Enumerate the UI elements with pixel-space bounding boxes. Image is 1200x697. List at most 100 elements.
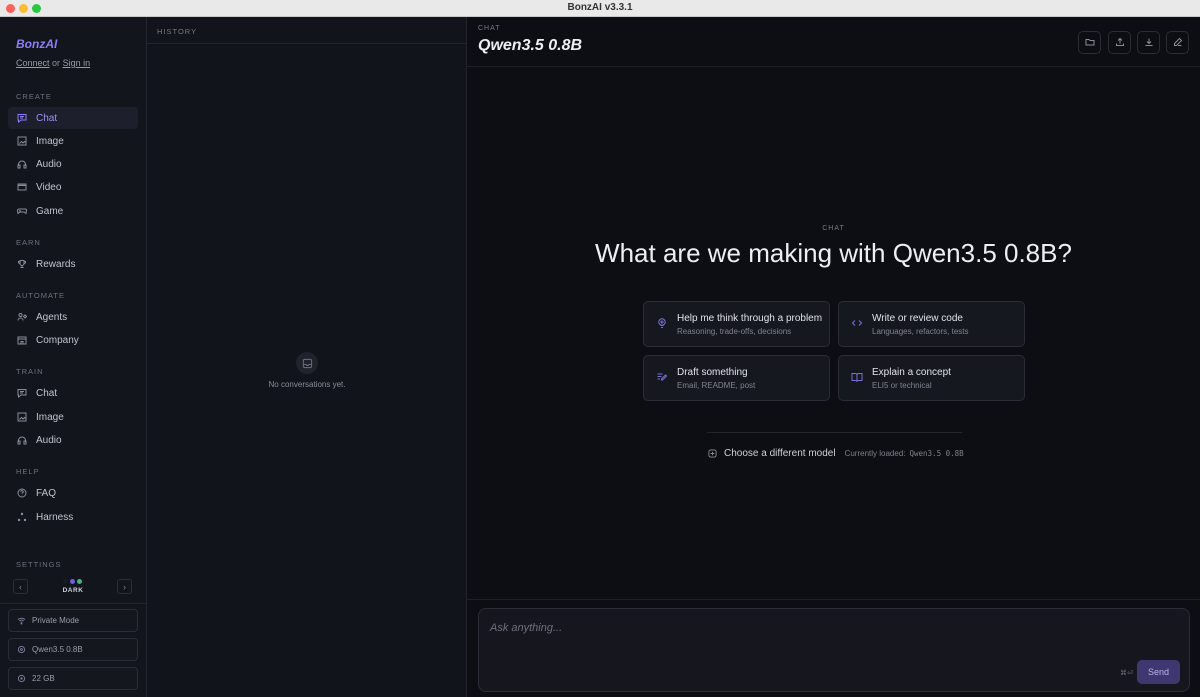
- window-titlebar: BonzAI v3.3.1: [0, 0, 1200, 17]
- sidebar-divider: [0, 603, 147, 604]
- upload-icon: [1115, 36, 1125, 50]
- suggestion-card-think[interactable]: Help me think through a problem Reasonin…: [643, 301, 830, 347]
- sidebar-item-faq[interactable]: FAQ: [8, 482, 138, 504]
- sidebar-item-create-image[interactable]: Image: [8, 130, 138, 152]
- model-icon: [17, 645, 26, 654]
- sidebar-item-company[interactable]: Company: [8, 329, 138, 351]
- page-title: Qwen3.5 0.8B: [478, 37, 583, 54]
- section-settings: SETTINGS: [16, 560, 62, 569]
- sidebar-item-train-chat[interactable]: Chat: [8, 382, 138, 404]
- private-mode-label: Private Mode: [32, 616, 80, 625]
- plus-circle-icon: [708, 448, 717, 458]
- bulb-icon: [656, 317, 668, 329]
- suggestion-title: Explain a concept: [872, 367, 951, 378]
- suggestion-title: Help me think through a problem: [677, 313, 823, 324]
- building-icon: [17, 335, 27, 345]
- suggestion-subtitle: ELI5 or technical: [872, 381, 932, 390]
- private-mode-toggle[interactable]: Private Mode: [8, 609, 138, 632]
- choose-model-link[interactable]: Choose a different model: [724, 448, 836, 459]
- inbox-icon: [296, 352, 318, 374]
- nodes-icon: [17, 512, 27, 522]
- send-shortcut-hint: ⌘⏎: [1120, 670, 1133, 677]
- suggestion-card-draft[interactable]: Draft something Email, README, post: [643, 355, 830, 401]
- pen-icon: [656, 371, 668, 383]
- storage-indicator[interactable]: 22 GB: [8, 667, 138, 690]
- history-title: HISTORY: [157, 27, 198, 36]
- sidebar-item-label: FAQ: [36, 487, 57, 499]
- history-empty-message: No conversations yet.: [268, 380, 346, 389]
- signin-link[interactable]: Sign in: [63, 58, 91, 68]
- wifi-icon: [17, 616, 26, 625]
- suggestion-subtitle: Reasoning, trade-offs, decisions: [677, 327, 792, 336]
- theme-dots: [63, 579, 87, 585]
- download-button[interactable]: [1137, 31, 1160, 54]
- choose-model-row: Choose a different model Currently loade…: [708, 447, 964, 459]
- section-create: CREATE: [16, 92, 52, 101]
- sidebar-item-agents[interactable]: Agents: [8, 306, 138, 328]
- theme-dot[interactable]: [77, 579, 82, 584]
- sidebar-item-label: Rewards: [36, 258, 76, 270]
- theme-prev-button[interactable]: ‹: [13, 579, 28, 594]
- section-train: TRAIN: [16, 367, 44, 376]
- sidebar-item-label: Image: [36, 135, 64, 147]
- composer: Ask anything... ⌘⏎ Send: [478, 608, 1190, 692]
- headphones-icon: [17, 435, 27, 445]
- hero-title: What are we making with Qwen3.5 0.8B?: [595, 238, 1072, 268]
- main-panel: CHAT Qwen3.5 0.8B CHAT What are we makin…: [467, 17, 1200, 697]
- sidebar-item-create-chat[interactable]: Chat: [8, 107, 138, 129]
- chat-icon: [17, 388, 27, 398]
- clear-chat-button[interactable]: [1166, 31, 1189, 54]
- sidebar-item-label: Video: [36, 181, 62, 193]
- suggestion-title: Draft something: [677, 367, 748, 378]
- model-selector[interactable]: Qwen3.5 0.8B: [8, 638, 138, 661]
- section-earn: EARN: [16, 238, 41, 247]
- question-icon: [17, 488, 27, 498]
- theme-switcher: ‹ DARK ›: [13, 579, 133, 594]
- theme-next-button[interactable]: ›: [117, 579, 132, 594]
- suggestion-subtitle: Email, README, post: [677, 381, 756, 390]
- gamepad-icon: [17, 206, 27, 216]
- sidebar-item-rewards[interactable]: Rewards: [8, 253, 138, 275]
- sidebar-item-label: Audio: [36, 158, 62, 170]
- export-button[interactable]: [1108, 31, 1131, 54]
- history-panel: HISTORY No conversations yet.: [147, 17, 467, 697]
- sidebar-item-label: Company: [36, 334, 79, 346]
- download-icon: [1144, 36, 1154, 50]
- connect-link[interactable]: Connect: [16, 58, 50, 68]
- trophy-icon: [17, 259, 27, 269]
- book-icon: [851, 371, 863, 383]
- folder-icon: [1085, 36, 1095, 50]
- agents-icon: [17, 312, 27, 322]
- window-title: BonzAI v3.3.1: [567, 2, 633, 13]
- connect-or-text: or: [52, 58, 61, 68]
- sidebar-item-create-video[interactable]: Video: [8, 176, 138, 198]
- history-header: HISTORY: [147, 17, 467, 44]
- send-button[interactable]: Send: [1137, 660, 1180, 684]
- eraser-icon: [1173, 36, 1183, 50]
- storage-label: 22 GB: [32, 674, 55, 683]
- suggestion-title: Write or review code: [872, 313, 963, 324]
- chat-input[interactable]: Ask anything...: [490, 622, 562, 634]
- currently-loaded-label: Currently loaded:: [844, 448, 906, 458]
- theme-dot[interactable]: [70, 579, 75, 584]
- sidebar-item-train-audio[interactable]: Audio: [8, 429, 138, 451]
- suggestion-card-explain[interactable]: Explain a concept ELI5 or technical: [838, 355, 1025, 401]
- sidebar-item-create-audio[interactable]: Audio: [8, 153, 138, 175]
- model-label: Qwen3.5 0.8B: [32, 645, 83, 654]
- sidebar-item-create-game[interactable]: Game: [8, 200, 138, 222]
- currently-loaded-value: Qwen3.5 0.8B: [909, 448, 964, 458]
- sidebar-item-label: Harness: [36, 511, 74, 523]
- section-help: HELP: [16, 467, 40, 476]
- suggestion-card-code[interactable]: Write or review code Languages, refactor…: [838, 301, 1025, 347]
- main-kicker: CHAT: [478, 25, 501, 32]
- chat-icon: [17, 113, 27, 123]
- sidebar: BonzAI Connect or Sign in CREATE Chat Im…: [0, 17, 147, 697]
- suggestion-subtitle: Languages, refactors, tests: [872, 327, 969, 336]
- main-header: CHAT Qwen3.5 0.8B: [467, 17, 1200, 67]
- theme-dot[interactable]: [63, 579, 68, 584]
- open-folder-button[interactable]: [1078, 31, 1101, 54]
- sidebar-item-train-image[interactable]: Image: [8, 406, 138, 428]
- sidebar-item-harness[interactable]: Harness: [8, 506, 138, 528]
- composer-divider: [467, 599, 1200, 600]
- hero-kicker: CHAT: [822, 225, 845, 232]
